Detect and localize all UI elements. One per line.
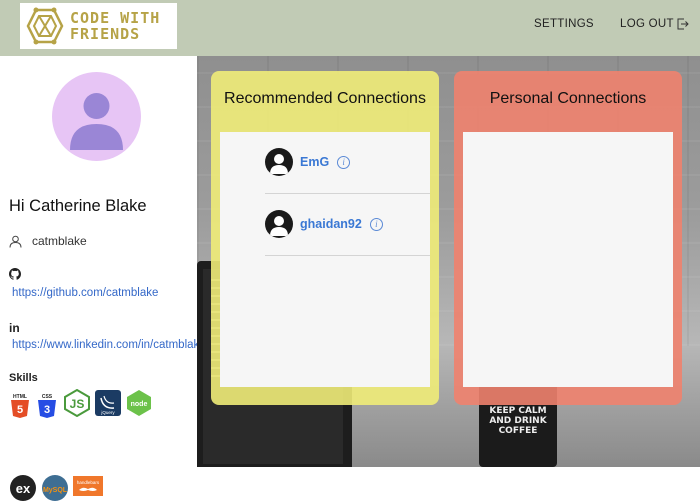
- info-icon[interactable]: i: [337, 155, 351, 169]
- settings-link[interactable]: SETTINGS: [534, 18, 594, 30]
- linkedin-icon: in: [9, 321, 20, 335]
- logout-label: LOG OUT: [620, 18, 674, 30]
- recommended-connections-title: Recommended Connections: [224, 90, 426, 107]
- logout-link[interactable]: LOG OUT: [620, 18, 689, 30]
- css3-icon: CSS 3: [38, 394, 56, 418]
- recommended-connections-list: EmG i ghaidan92 i: [220, 132, 430, 387]
- list-item[interactable]: EmG i: [265, 148, 351, 176]
- svg-text:CSS: CSS: [42, 394, 53, 400]
- svg-text:node: node: [131, 401, 148, 408]
- user-avatar-icon: [70, 93, 123, 150]
- user-avatar-icon: [270, 216, 288, 236]
- logo[interactable]: CODE WITH FRIENDS: [20, 3, 177, 49]
- logo-line-2: FRIENDS: [70, 25, 141, 43]
- skills-heading: Skills: [9, 372, 38, 384]
- github-icon: [9, 268, 21, 280]
- logo-line-1: CODE WITH: [70, 9, 161, 27]
- profile-avatar: [52, 72, 141, 161]
- github-link[interactable]: https://github.com/catmblake: [12, 287, 158, 299]
- divider: [265, 193, 430, 194]
- mysql-icon: MySQL: [42, 475, 68, 501]
- svg-text:JS: JS: [70, 397, 85, 411]
- personal-connections-title: Personal Connections: [489, 90, 647, 107]
- express-icon: ex: [10, 475, 36, 501]
- personal-connections-panel: Personal Connections: [454, 71, 682, 405]
- html5-icon: HTML 5: [11, 394, 29, 418]
- logo-text: CODE WITH FRIENDS: [70, 10, 160, 42]
- connection-avatar: [265, 148, 293, 176]
- svg-text:jQuery: jQuery: [100, 410, 115, 415]
- top-header: CODE WITH FRIENDS SETTINGS LOG OUT: [0, 0, 700, 56]
- linkedin-link[interactable]: https://www.linkedin.com/in/catmblake: [12, 339, 197, 351]
- svg-text:5: 5: [17, 404, 23, 416]
- connection-name[interactable]: ghaidan92: [300, 217, 362, 231]
- jquery-icon: jQuery: [95, 390, 121, 416]
- user-icon: [9, 235, 22, 248]
- info-icon[interactable]: i: [369, 217, 383, 231]
- svg-text:HTML: HTML: [13, 394, 27, 400]
- svg-text:MySQL: MySQL: [43, 487, 68, 494]
- username-row: catmblake: [9, 234, 87, 248]
- logo-icon: [26, 7, 64, 45]
- logout-icon: [677, 18, 689, 30]
- personal-connections-list: [463, 132, 673, 387]
- javascript-icon: JS: [64, 389, 90, 417]
- nodejs-icon: node: [127, 390, 151, 416]
- svg-text:handlebars: handlebars: [77, 480, 100, 485]
- greeting-heading: Hi Catherine Blake: [9, 197, 147, 215]
- list-item[interactable]: ghaidan92 i: [265, 210, 383, 238]
- username-text: catmblake: [32, 234, 87, 248]
- connection-avatar: [265, 210, 293, 238]
- user-avatar-icon: [270, 154, 288, 174]
- handlebars-icon: handlebars: [73, 476, 103, 496]
- svg-text:ex: ex: [16, 481, 31, 496]
- mug-text: KEEP CALM AND DRINK COFFEE: [489, 406, 547, 436]
- divider: [265, 255, 430, 256]
- svg-text:3: 3: [44, 404, 50, 416]
- connection-name[interactable]: EmG: [300, 155, 329, 169]
- profile-sidebar: Hi Catherine Blake catmblake https://git…: [0, 56, 197, 501]
- recommended-connections-panel: Recommended Connections EmG i ghaidan92 …: [211, 71, 439, 405]
